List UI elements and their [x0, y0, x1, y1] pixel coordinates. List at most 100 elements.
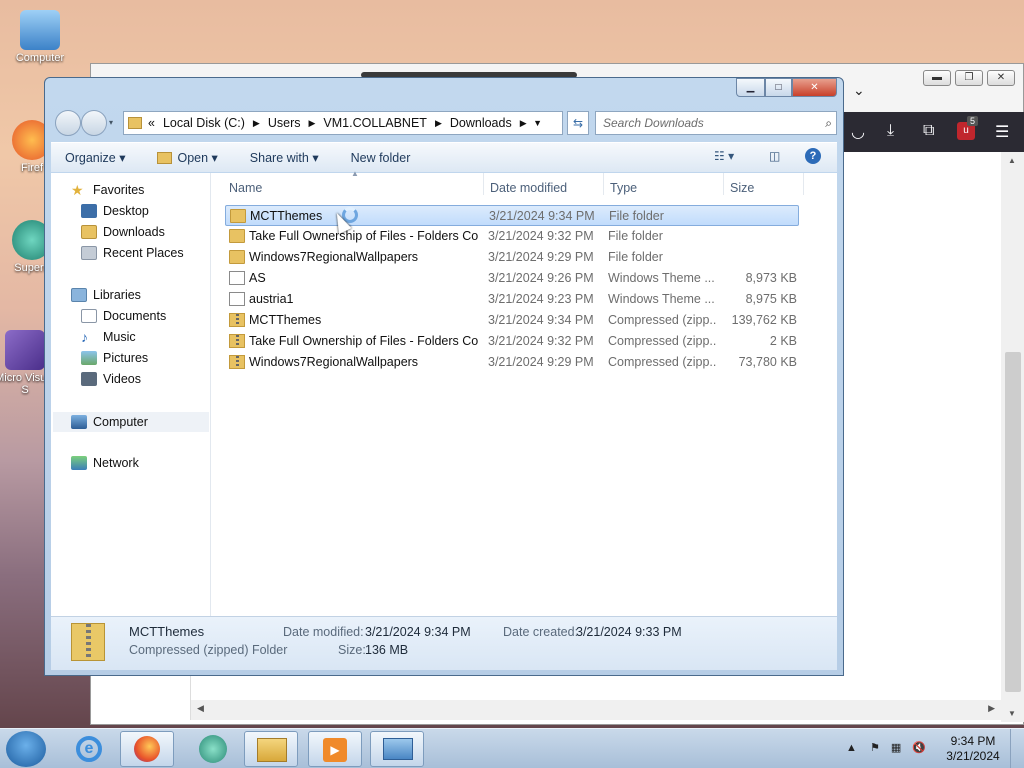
browser-horizontal-scrollbar[interactable]: ◀ ▶	[191, 700, 1001, 720]
search-input[interactable]: Search Downloads ⌕	[595, 111, 837, 135]
nav-music[interactable]: ♪ Music	[81, 330, 136, 344]
browser-restore-button[interactable]: ❐	[955, 70, 983, 86]
taskbar-explorer[interactable]	[244, 731, 298, 767]
taskbar-internet-explorer[interactable]: e	[62, 731, 116, 767]
chevron-right-icon[interactable]: ▶	[253, 118, 260, 129]
file-date: 3/21/2024 9:32 PM	[488, 334, 594, 348]
nav-libraries[interactable]: Libraries	[71, 288, 141, 302]
clock[interactable]: 9:34 PM 3/21/2024	[940, 734, 1006, 764]
network-status-icon[interactable]: ▦	[891, 742, 901, 754]
browser-minimize-button[interactable]: ▬	[923, 70, 951, 86]
column-divider[interactable]	[723, 173, 724, 195]
search-placeholder: Search Downloads	[603, 116, 704, 130]
nav-documents[interactable]: Documents	[81, 309, 166, 323]
file-row[interactable]: Take Full Ownership of Files - Folders C…	[225, 331, 799, 352]
file-size: 139,762 KB	[731, 313, 797, 327]
scroll-down-icon[interactable]: ▼	[1008, 709, 1016, 718]
address-bar[interactable]: « Local Disk (C:) ▶ Users ▶ VM1.COLLABNE…	[123, 111, 563, 135]
column-divider[interactable]	[603, 173, 604, 195]
open-button[interactable]: Open ▾	[157, 150, 218, 165]
chevron-right-icon[interactable]: ▶	[309, 118, 316, 129]
nav-network[interactable]: Network	[71, 456, 139, 470]
chevron-right-icon[interactable]: ▶	[520, 118, 527, 129]
pocket-icon[interactable]: ◡	[851, 122, 865, 142]
share-with-button[interactable]: Share with ▾	[250, 150, 319, 165]
search-icon[interactable]: ⌕	[825, 112, 832, 134]
browser-vertical-scrollbar[interactable]: ▲ ▼	[1001, 152, 1024, 722]
column-header-name[interactable]: Name	[229, 181, 262, 195]
nav-computer[interactable]: Computer	[53, 412, 209, 432]
maximize-button[interactable]: □	[765, 78, 792, 97]
column-header-size[interactable]: Size	[730, 181, 754, 195]
preview-pane-icon[interactable]: ◫	[769, 149, 780, 163]
minimize-button[interactable]: ▁	[736, 78, 765, 97]
scroll-right-icon[interactable]: ▶	[988, 703, 995, 714]
column-header-date-modified[interactable]: Date modified	[490, 181, 567, 195]
show-hidden-icons-icon[interactable]: ▲	[846, 742, 857, 754]
breadcrumb-local-disk[interactable]: Local Disk (C:)	[163, 116, 245, 130]
file-name: MCTThemes	[249, 313, 322, 327]
file-size: 8,975 KB	[745, 292, 797, 306]
taskbar-supernova[interactable]	[186, 731, 240, 767]
back-button[interactable]	[55, 110, 81, 136]
breadcrumb-overflow[interactable]: «	[148, 116, 155, 130]
breadcrumb-users[interactable]: Users	[268, 116, 301, 130]
desktop-icon-computer[interactable]: Computer	[0, 10, 80, 64]
menu-icon[interactable]: ☰	[995, 122, 1009, 142]
help-icon[interactable]: ?	[805, 148, 821, 164]
volume-muted-icon[interactable]: 🔇	[912, 742, 926, 754]
column-header-type[interactable]: Type	[610, 181, 637, 195]
details-modified-label: Date modified:	[283, 625, 364, 639]
show-desktop-button[interactable]	[1010, 729, 1024, 768]
download-icon[interactable]: ⤓	[887, 122, 894, 140]
file-row[interactable]: AS 3/21/2024 9:26 PM Windows Theme ... 8…	[225, 268, 799, 289]
file-name: Windows7RegionalWallpapers	[249, 250, 419, 264]
nav-videos[interactable]: Videos	[81, 372, 141, 386]
nav-recent-places[interactable]: Recent Places	[81, 246, 184, 260]
refresh-icon[interactable]: ⇆	[567, 111, 589, 135]
taskbar-remote-app[interactable]	[370, 731, 424, 767]
breadcrumb-downloads[interactable]: Downloads	[450, 116, 512, 130]
file-row[interactable]: Take Full Ownership of Files - Folders C…	[225, 226, 799, 247]
file-row[interactable]: Windows7RegionalWallpapers 3/21/2024 9:2…	[225, 247, 799, 268]
recent-pages-dropdown[interactable]: ▾	[109, 118, 113, 127]
computer-icon	[71, 415, 87, 429]
nav-favorites[interactable]: ★ Favorites	[71, 183, 144, 197]
details-modified-value: 3/21/2024 9:34 PM	[365, 625, 471, 639]
nav-label: Documents	[103, 309, 167, 323]
file-row[interactable]: austria1 3/21/2024 9:23 PM Windows Theme…	[225, 289, 799, 310]
nav-desktop[interactable]: Desktop	[81, 204, 149, 218]
file-name: Windows7RegionalWallpapers	[249, 355, 419, 369]
file-row[interactable]: Windows7RegionalWallpapers 3/21/2024 9:2…	[225, 352, 799, 373]
nav-pictures[interactable]: Pictures	[81, 351, 148, 365]
new-folder-button[interactable]: New folder	[351, 151, 411, 165]
chevron-down-icon[interactable]: ⌄	[853, 82, 865, 99]
nav-label: Network	[93, 456, 139, 470]
change-view-icon[interactable]: ☷ ▾	[714, 149, 734, 163]
file-size: 73,780 KB	[738, 355, 797, 369]
close-button[interactable]: ✕	[792, 78, 837, 97]
column-divider[interactable]	[483, 173, 484, 195]
scroll-up-icon[interactable]: ▲	[1008, 156, 1016, 165]
extensions-icon[interactable]: ⧉	[923, 122, 934, 140]
nav-label: Music	[103, 330, 136, 344]
file-type: File folder	[608, 250, 663, 264]
browser-close-button[interactable]: ✕	[987, 70, 1015, 86]
forward-button[interactable]	[81, 110, 107, 136]
action-center-flag-icon[interactable]: ⚑	[870, 742, 880, 754]
taskbar-firefox[interactable]	[120, 731, 174, 767]
scrollbar-thumb[interactable]	[1005, 352, 1021, 692]
nav-downloads[interactable]: Downloads	[81, 225, 165, 239]
scroll-left-icon[interactable]: ◀	[197, 703, 204, 714]
file-type: Compressed (zipp...	[608, 355, 716, 369]
taskbar-media-player[interactable]: ▶	[308, 731, 362, 767]
organize-button[interactable]: Organize ▾	[65, 150, 125, 165]
breadcrumb-user-folder[interactable]: VM1.COLLABNET	[323, 116, 427, 130]
file-row[interactable]: MCTThemes 3/21/2024 9:34 PM File folder	[225, 205, 799, 226]
column-divider[interactable]	[803, 173, 804, 195]
navigation-pane: ★ Favorites Desktop Downloads Recent Pla…	[51, 173, 211, 616]
file-row[interactable]: MCTThemes 3/21/2024 9:34 PM Compressed (…	[225, 310, 799, 331]
start-button[interactable]	[6, 731, 46, 767]
address-dropdown-icon[interactable]: ▼	[533, 118, 542, 128]
chevron-right-icon[interactable]: ▶	[435, 118, 442, 129]
